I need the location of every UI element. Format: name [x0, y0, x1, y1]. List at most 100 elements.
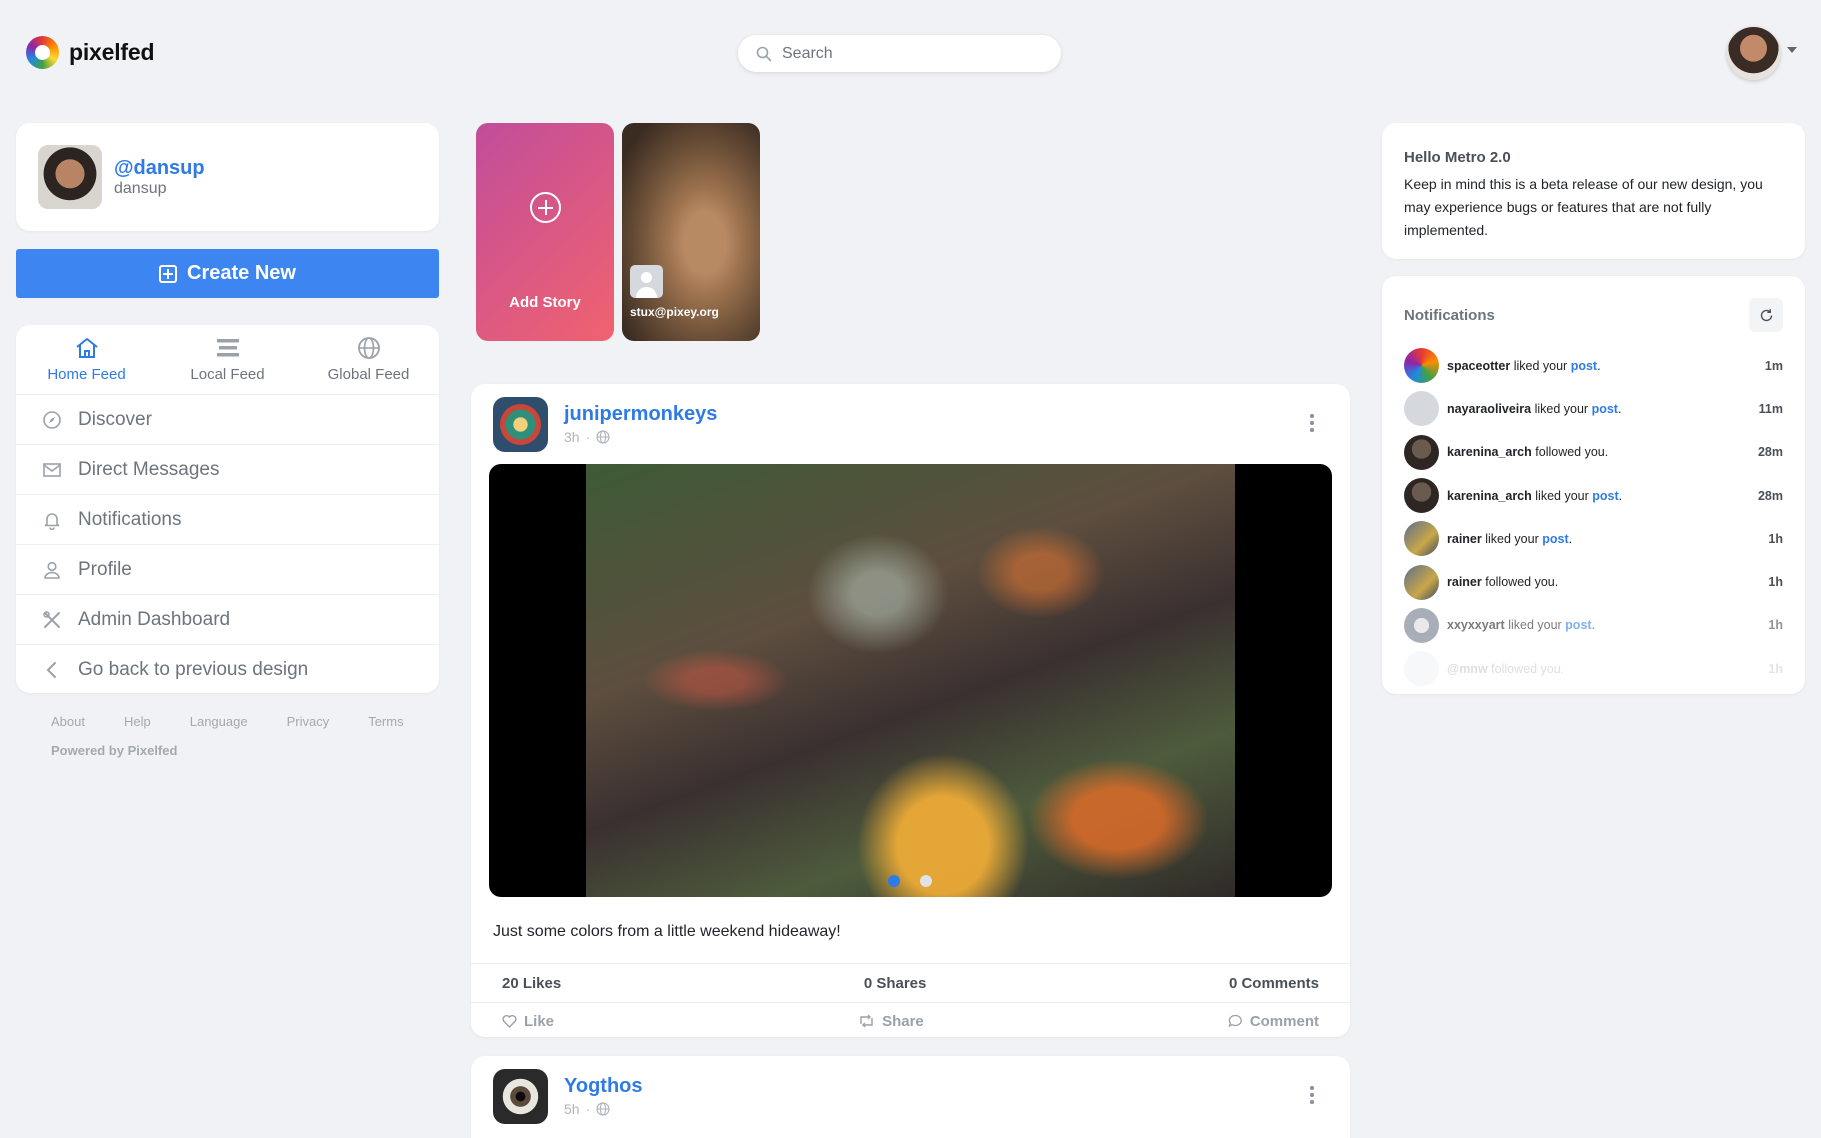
story-user-label: stux@pixey.org: [630, 305, 719, 319]
profile-handle[interactable]: @dansup: [114, 157, 205, 180]
notification-user[interactable]: nayaraoliveira: [1447, 402, 1531, 416]
nav-item-notifications[interactable]: Notifications: [16, 495, 439, 545]
notification-user[interactable]: rainer: [1447, 532, 1482, 546]
plus-square-icon: [159, 264, 178, 283]
notification-avatar[interactable]: [1404, 391, 1439, 427]
notification-action: liked your: [1513, 358, 1568, 373]
nav-item-discover[interactable]: Discover: [16, 395, 439, 445]
notification-user[interactable]: xxyxxyart: [1447, 618, 1505, 632]
heart-icon: [502, 1015, 517, 1028]
story-user-avatar: [630, 265, 663, 298]
notification-item[interactable]: spaceotter liked your post. 1m: [1404, 344, 1783, 387]
like-label: Like: [524, 1012, 555, 1030]
nav-item-direct-messages[interactable]: Direct Messages: [16, 445, 439, 495]
notification-item[interactable]: karenina_arch followed you. 28m: [1404, 431, 1783, 474]
notification-item[interactable]: xxyxxyart liked your post. 1h: [1404, 604, 1783, 647]
nav-item-profile[interactable]: Profile: [16, 545, 439, 595]
powered-by[interactable]: Powered by Pixelfed: [51, 743, 177, 758]
post-time[interactable]: 5h: [564, 1101, 580, 1117]
post-username[interactable]: Yogthos: [564, 1075, 643, 1098]
pixelfed-logo[interactable]: pixelfed: [26, 36, 155, 69]
notification-user[interactable]: @mnw: [1447, 662, 1488, 676]
story-item[interactable]: stux@pixey.org: [622, 123, 760, 341]
create-new-button[interactable]: Create New: [16, 249, 439, 298]
tab-local-feed[interactable]: Local Feed: [157, 325, 298, 394]
footer-links: About Help Language Privacy Terms: [51, 714, 443, 729]
meta-separator: ·: [585, 1101, 591, 1117]
notification-action: liked your: [1535, 488, 1589, 503]
account-avatar[interactable]: [1727, 27, 1780, 80]
account-menu-caret-icon[interactable]: [1787, 47, 1797, 53]
profile-card[interactable]: @dansup dansup: [16, 123, 439, 231]
tab-local-feed-label: Local Feed: [190, 366, 265, 383]
tab-global-feed[interactable]: Global Feed: [298, 325, 439, 394]
comment-label: Comment: [1249, 1012, 1319, 1030]
footer-link-about[interactable]: About: [51, 714, 85, 729]
navigation-card: Home Feed Local Feed Global Feed Discove…: [16, 325, 439, 693]
nav-item-previous-design[interactable]: Go back to previous design: [16, 645, 439, 695]
notification-user[interactable]: rainer: [1447, 575, 1482, 589]
notification-avatar[interactable]: [1404, 348, 1439, 384]
footer-link-terms[interactable]: Terms: [368, 714, 403, 729]
notification-avatar[interactable]: [1404, 434, 1439, 470]
refresh-button[interactable]: [1749, 298, 1783, 332]
footer-link-language[interactable]: Language: [190, 714, 248, 729]
notification-avatar[interactable]: [1404, 521, 1439, 557]
profile-avatar[interactable]: [38, 145, 102, 209]
search-bar[interactable]: [738, 35, 1061, 72]
notification-action: followed you.: [1491, 661, 1565, 676]
announcement-card: Hello Metro 2.0 Keep in mind this is a b…: [1382, 123, 1805, 259]
notification-user[interactable]: karenina_arch: [1447, 445, 1532, 459]
notifications-header: Notifications: [1404, 298, 1783, 332]
bell-icon: [42, 510, 62, 530]
post-menu-icon[interactable]: [1310, 414, 1314, 432]
carousel-dot[interactable]: [888, 875, 900, 887]
comment-button[interactable]: Comment: [1228, 1013, 1319, 1030]
notification-user[interactable]: spaceotter: [1447, 359, 1510, 373]
tab-home-feed[interactable]: Home Feed: [16, 325, 157, 394]
add-story-button[interactable]: Add Story: [476, 123, 614, 341]
notification-item[interactable]: rainer liked your post. 1h: [1404, 517, 1783, 560]
meta-separator: ·: [585, 429, 591, 445]
comments-count[interactable]: 0 Comments: [1229, 975, 1319, 992]
post-avatar[interactable]: [493, 1068, 548, 1124]
globe-icon: [596, 1102, 610, 1116]
notification-time: 1h: [1768, 531, 1783, 546]
notification-post-link[interactable]: post: [1542, 532, 1568, 546]
post-actions: Like Share Comment: [471, 1003, 1350, 1039]
likes-count[interactable]: 20 Likes: [502, 975, 561, 992]
post-header: Yogthos 5h ·: [471, 1056, 1350, 1136]
post-photo[interactable]: [586, 464, 1235, 897]
tab-home-feed-label: Home Feed: [47, 366, 126, 383]
post-menu-icon[interactable]: [1310, 1086, 1314, 1104]
notification-post-link[interactable]: post: [1571, 359, 1597, 373]
notification-user[interactable]: karenina_arch: [1447, 489, 1532, 503]
notification-avatar[interactable]: [1404, 607, 1439, 643]
notification-avatar[interactable]: [1404, 651, 1439, 687]
post-avatar[interactable]: [493, 396, 548, 452]
post-meta: 3h ·: [564, 429, 717, 445]
carousel-dot[interactable]: [920, 875, 932, 887]
search-input[interactable]: [782, 44, 1022, 63]
footer-link-privacy[interactable]: Privacy: [287, 714, 330, 729]
notification-time: 11m: [1758, 401, 1783, 416]
notification-item[interactable]: karenina_arch liked your post. 28m: [1404, 474, 1783, 517]
shares-count[interactable]: 0 Shares: [864, 975, 927, 992]
notification-avatar[interactable]: [1404, 564, 1439, 600]
share-button[interactable]: Share: [858, 1013, 924, 1030]
notification-post-link[interactable]: post: [1565, 618, 1591, 632]
notification-item[interactable]: rainer followed you. 1h: [1404, 560, 1783, 603]
notification-time: 1h: [1768, 618, 1783, 633]
footer-link-help[interactable]: Help: [124, 714, 151, 729]
notification-avatar[interactable]: [1404, 478, 1439, 514]
notification-post-link[interactable]: post: [1592, 489, 1618, 503]
post-media-carousel[interactable]: [489, 464, 1332, 897]
notification-action: liked your: [1485, 531, 1539, 546]
nav-item-admin-dashboard[interactable]: Admin Dashboard: [16, 595, 439, 645]
post-username[interactable]: junipermonkeys: [564, 403, 717, 426]
notification-post-link[interactable]: post: [1592, 402, 1618, 416]
notification-item[interactable]: nayaraoliveira liked your post. 11m: [1404, 387, 1783, 430]
like-button[interactable]: Like: [502, 1013, 554, 1030]
notification-item[interactable]: @mnw followed you. 1h: [1404, 647, 1783, 690]
post-time[interactable]: 3h: [564, 429, 580, 445]
